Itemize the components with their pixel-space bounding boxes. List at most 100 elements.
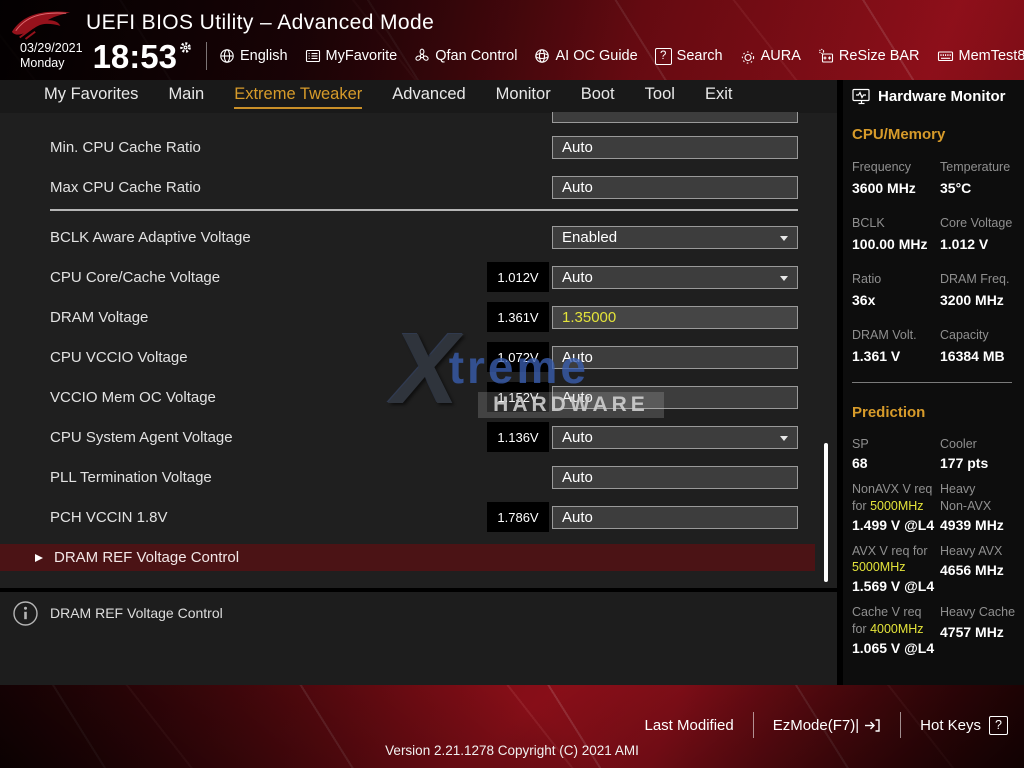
cpu-vccio-voltage-input[interactable]: Auto <box>552 346 798 369</box>
scrollbar-thumb[interactable] <box>824 443 828 582</box>
setting-row: Min. CPU Cache Ratio Auto <box>0 127 837 167</box>
last-modified-button[interactable]: Last Modified <box>645 717 734 734</box>
hardware-monitor-title: Hardware Monitor <box>878 88 1006 105</box>
app-title: UEFI BIOS Utility – Advanced Mode <box>86 11 434 35</box>
rog-logo <box>10 5 72 41</box>
prediction-cell: AVX V req for 5000MHz 1.569 V @L4 <box>852 543 940 595</box>
voltage-badge: 1.361V <box>487 302 549 332</box>
pch-vccin-input[interactable]: Auto <box>552 506 798 529</box>
hw-stat: Core Voltage1.012 V <box>940 216 1024 252</box>
setting-row: BCLK Aware Adaptive Voltage Enabled <box>0 217 837 257</box>
setting-label: VCCIO Mem OC Voltage <box>50 389 216 406</box>
bios-screen: UEFI BIOS Utility – Advanced Mode 03/29/… <box>0 0 1024 768</box>
tab-extreme-tweaker[interactable]: Extreme Tweaker <box>234 85 362 109</box>
gear-icon <box>179 41 192 54</box>
prediction-cell: Cooler 177 pts <box>940 436 1024 471</box>
menu-item-myfavorite[interactable]: MyFavorite <box>305 48 398 64</box>
hw-stat: BCLK100.00 MHz <box>852 216 940 252</box>
setting-row: Max CPU Cache Ratio Auto <box>0 167 837 207</box>
bclk-aware-adaptive-voltage-select[interactable]: Enabled <box>552 226 798 249</box>
setting-row: CPU VCCIO Voltage 1.072V Auto <box>0 337 837 377</box>
aura-icon <box>740 48 756 64</box>
dram-voltage-input[interactable]: 1.35000 <box>552 306 798 329</box>
menu-item-aura[interactable]: AURA <box>740 48 801 64</box>
hw-stat: Capacity16384 MB <box>940 328 1024 364</box>
setting-label: CPU System Agent Voltage <box>50 429 233 446</box>
menu-item-language[interactable]: English <box>219 48 288 64</box>
memtest-icon <box>937 48 954 64</box>
hotkeys-question-icon: ? <box>989 716 1008 735</box>
setting-row: CPU System Agent Voltage 1.136V Auto <box>0 417 837 457</box>
hw-stat: DRAM Volt.1.361 V <box>852 328 940 364</box>
vccio-mem-oc-voltage-input[interactable]: Auto <box>552 386 798 409</box>
time-display[interactable]: 18:53 <box>93 40 192 73</box>
menu-item-memtest[interactable]: MemTest86 <box>937 48 1024 64</box>
setting-row: CPU Core/Cache Voltage 1.012V Auto <box>0 257 837 297</box>
dram-ref-voltage-control-item[interactable]: DRAM REF Voltage Control <box>0 544 815 571</box>
question-box-icon: ? <box>655 48 672 65</box>
max-cpu-cache-ratio-input[interactable]: Auto <box>552 176 798 199</box>
help-infobox: DRAM REF Voltage Control <box>0 592 837 685</box>
voltage-badge: 1.786V <box>487 502 549 532</box>
prediction-cell: Heavy Non-AVX 4939 MHz <box>940 481 1024 533</box>
hot-keys-button[interactable]: Hot Keys ? <box>920 716 1008 735</box>
footer-separator <box>753 712 754 738</box>
header-separator <box>206 42 207 70</box>
setting-label: CPU VCCIO Voltage <box>50 349 188 366</box>
section-divider <box>50 209 798 211</box>
voltage-badge: 1.136V <box>487 422 549 452</box>
ezmode-button[interactable]: EzMode(F7)| <box>773 717 881 734</box>
bios-version-text: Version 2.21.1278 Copyright (C) 2021 AMI <box>0 743 1024 758</box>
prediction-cell: Heavy AVX 4656 MHz <box>940 543 1024 595</box>
myfavorite-icon <box>305 48 321 64</box>
voltage-badge: 1.012V <box>487 262 549 292</box>
tab-main[interactable]: Main <box>168 85 204 109</box>
cpu-system-agent-voltage-select[interactable]: Auto <box>552 426 798 449</box>
voltage-badge: 1.152V <box>487 382 549 412</box>
globe-icon <box>219 48 235 64</box>
menu-item-qfan[interactable]: Qfan Control <box>414 48 517 64</box>
nav-tabs: My Favorites Main Extreme Tweaker Advanc… <box>0 80 837 113</box>
hw-stat: Ratio36x <box>852 272 940 308</box>
pll-termination-voltage-input[interactable]: Auto <box>552 466 798 489</box>
settings-panel: Min. CPU Cache Ratio Auto Max CPU Cache … <box>0 113 837 588</box>
ai-oc-icon <box>534 48 550 64</box>
fan-icon <box>414 48 430 64</box>
menu-item-ai-oc-guide[interactable]: AI OC Guide <box>534 48 637 64</box>
footer-bar: Last Modified EzMode(F7)| Hot Keys ? <box>645 712 1009 738</box>
setting-label: DRAM Voltage <box>50 309 148 326</box>
tab-boot[interactable]: Boot <box>581 85 615 109</box>
info-icon <box>12 600 39 627</box>
setting-row: PCH VCCIN 1.8V 1.786V Auto <box>0 497 837 537</box>
panel-divider <box>852 382 1012 383</box>
tab-advanced[interactable]: Advanced <box>392 85 465 109</box>
min-cpu-cache-ratio-input[interactable]: Auto <box>552 136 798 159</box>
setting-row: DRAM Voltage 1.361V 1.35000 <box>0 297 837 337</box>
footer-separator <box>900 712 901 738</box>
tab-exit[interactable]: Exit <box>705 85 733 109</box>
submenu-arrow-icon <box>35 554 43 562</box>
tab-tool[interactable]: Tool <box>645 85 675 109</box>
scrolled-input-partial[interactable] <box>552 112 798 123</box>
hw-stat: Temperature35°C <box>940 160 1024 196</box>
hardware-monitor-panel: Hardware Monitor CPU/Memory Frequency360… <box>843 80 1024 685</box>
resize-bar-icon <box>818 48 834 64</box>
menu-item-search[interactable]: ? Search <box>655 48 723 65</box>
setting-label: BCLK Aware Adaptive Voltage <box>50 229 251 246</box>
tab-monitor[interactable]: Monitor <box>496 85 551 109</box>
setting-label: PCH VCCIN 1.8V <box>50 509 168 526</box>
prediction-cell: Heavy Cache 4757 MHz <box>940 604 1024 656</box>
prediction-cell: Cache V req for 4000MHz 1.065 V @L4 <box>852 604 940 656</box>
setting-row: PLL Termination Voltage Auto <box>0 457 837 497</box>
prediction-cell: NonAVX V req for 5000MHz 1.499 V @L4 <box>852 481 940 533</box>
tab-my-favorites[interactable]: My Favorites <box>44 85 138 109</box>
hw-stat: DRAM Freq.3200 MHz <box>940 272 1024 308</box>
hw-stat: Frequency3600 MHz <box>852 160 940 196</box>
cpu-core-cache-voltage-select[interactable]: Auto <box>552 266 798 289</box>
menu-item-resize-bar[interactable]: ReSize BAR <box>818 48 920 64</box>
prediction-cell: SP 68 <box>852 436 940 471</box>
header: UEFI BIOS Utility – Advanced Mode 03/29/… <box>0 0 1024 80</box>
prediction-section-title: Prediction <box>852 404 1024 421</box>
ezmode-exit-icon <box>864 718 881 733</box>
setting-label: Max CPU Cache Ratio <box>50 179 201 196</box>
